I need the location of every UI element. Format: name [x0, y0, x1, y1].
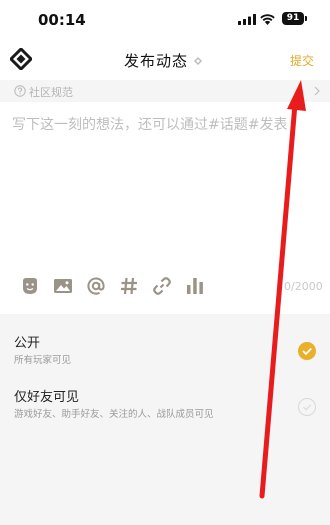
image-icon[interactable]	[53, 276, 73, 296]
hashtag-icon[interactable]	[119, 276, 139, 296]
mention-icon[interactable]	[86, 276, 106, 296]
battery-tip	[305, 16, 307, 21]
wifi-icon	[260, 14, 275, 25]
visibility-option-friends[interactable]: 仅好友可见 游戏好友、助手好友、关注的人、战队成员可见	[0, 382, 330, 430]
submit-button[interactable]: 提交	[290, 52, 314, 69]
status-time: 00:14	[38, 11, 86, 29]
option-title: 仅好友可见	[14, 390, 80, 405]
link-icon[interactable]	[152, 276, 172, 296]
check-unselected-icon[interactable]	[298, 398, 316, 416]
page-title: 发布动态	[124, 52, 189, 70]
option-subtitle: 游戏好友、助手好友、关注的人、战队成员可见	[14, 409, 214, 420]
post-content-input[interactable]	[12, 114, 330, 264]
emoji-icon[interactable]	[20, 276, 40, 296]
character-count: 0/2000	[284, 280, 323, 293]
community-guidelines-label: 社区规范	[29, 86, 73, 99]
cellular-signal-icon	[238, 14, 256, 25]
diamond-icon	[194, 57, 203, 65]
visibility-section: 公开 所有玩家可见 仅好友可见 游戏好友、助手好友、关注的人、战队成员可见	[0, 314, 330, 525]
community-guidelines-bar[interactable]: 社区规范	[0, 80, 330, 102]
page-title-group: 发布动态	[124, 50, 203, 71]
nav-bar: 发布动态 提交	[0, 40, 330, 78]
visibility-option-public[interactable]: 公开 所有玩家可见	[0, 328, 330, 376]
option-title: 公开	[14, 336, 41, 351]
app-logo-icon[interactable]	[10, 48, 32, 70]
option-subtitle: 所有玩家可见	[14, 355, 72, 366]
question-circle-icon	[14, 85, 26, 97]
chevron-right-icon	[314, 86, 320, 96]
chart-icon[interactable]	[185, 276, 205, 296]
battery-icon: 91	[282, 12, 304, 25]
check-selected-icon[interactable]	[298, 342, 316, 360]
status-bar: 00:14 91	[0, 0, 330, 40]
